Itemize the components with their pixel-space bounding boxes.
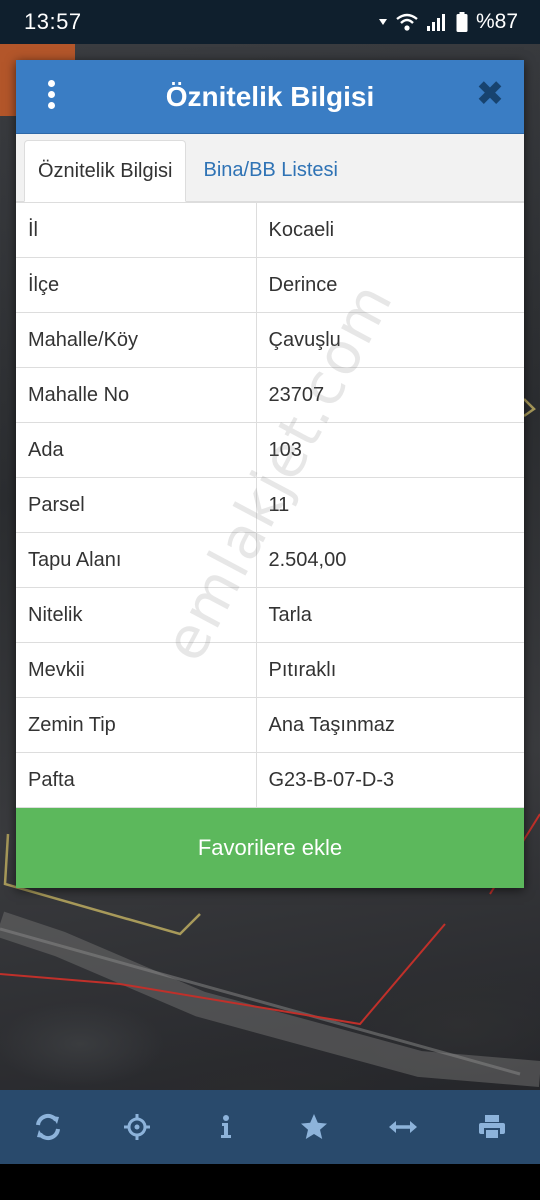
attribute-dialog: Öznitelik Bilgisi ✖ Öznitelik Bilgisi Bi… (16, 60, 524, 888)
table-row: Mahalle/Köy Çavuşlu (16, 312, 524, 368)
attribute-value: Çavuşlu (255, 312, 524, 368)
tab-attribute-info[interactable]: Öznitelik Bilgisi (24, 140, 187, 202)
download-arrow-icon (378, 19, 387, 25)
add-to-favorites-button[interactable]: Favorilere ekle (16, 808, 524, 888)
attribute-value: Ana Taşınmaz (255, 697, 524, 753)
battery-percent: %87 (475, 10, 518, 33)
close-icon[interactable]: ✖ (474, 77, 506, 111)
attribute-value: 103 (255, 422, 524, 478)
status-time: 13:57 (24, 9, 82, 34)
table-row: Ada 103 (16, 422, 524, 478)
dialog-header: Öznitelik Bilgisi ✖ (16, 60, 524, 134)
menu-kebab-icon[interactable] (44, 80, 58, 114)
crosshair-icon[interactable] (113, 1103, 161, 1151)
attribute-value: 23707 (255, 367, 524, 423)
attribute-value: Tarla (255, 587, 524, 643)
attribute-key: Mahalle No (16, 367, 257, 423)
table-row: İl Kocaeli (16, 202, 524, 258)
battery-icon (456, 12, 468, 32)
attribute-key: Parsel (16, 477, 257, 533)
table-row: Mevkii Pıtıraklı (16, 642, 524, 698)
attribute-key: Pafta (16, 752, 257, 808)
status-icons: %87 (378, 10, 518, 34)
table-row: Pafta G23-B-07-D-3 (16, 752, 524, 808)
table-row: Parsel 11 (16, 477, 524, 533)
bottom-toolbar (0, 1090, 540, 1164)
attribute-value: Derince (255, 257, 524, 313)
attribute-key: İlçe (16, 257, 257, 313)
system-nav-bar (0, 1164, 540, 1200)
attribute-key: Nitelik (16, 587, 257, 643)
attribute-value: 11 (255, 477, 524, 533)
tab-bar: Öznitelik Bilgisi Bina/BB Listesi (16, 134, 524, 202)
dialog-title: Öznitelik Bilgisi (165, 80, 375, 112)
table-row: İlçe Derince (16, 257, 524, 313)
refresh-icon[interactable] (24, 1103, 72, 1151)
attribute-key: Zemin Tip (16, 697, 257, 753)
print-icon[interactable] (468, 1103, 516, 1151)
star-icon[interactable] (290, 1103, 338, 1151)
attribute-value: Pıtıraklı (255, 642, 524, 698)
attribute-key: Ada (16, 422, 257, 478)
table-row: Mahalle No 23707 (16, 367, 524, 423)
attribute-value: 2.504,00 (255, 532, 524, 588)
measure-icon[interactable] (379, 1103, 427, 1151)
wifi-icon (396, 13, 418, 31)
attribute-key: Mahalle/Köy (16, 312, 257, 368)
attribute-value: Kocaeli (255, 202, 524, 258)
table-row: Zemin Tip Ana Taşınmaz (16, 697, 524, 753)
tab-building-list[interactable]: Bina/BB Listesi (186, 139, 351, 201)
attribute-table: İl Kocaeli İlçe Derince Mahalle/Köy Çavuşlu Ma… (16, 202, 524, 808)
attribute-key: Mevkii (16, 642, 257, 698)
attribute-key: Tapu Alanı (16, 532, 257, 588)
info-icon[interactable] (202, 1103, 250, 1151)
attribute-key: İl (16, 202, 257, 258)
table-row: Tapu Alanı 2.504,00 (16, 532, 524, 588)
attribute-value: G23-B-07-D-3 (255, 752, 524, 808)
status-bar: 13:57 %87 (0, 0, 540, 44)
signal-icon (426, 14, 445, 31)
table-row: Nitelik Tarla (16, 587, 524, 643)
